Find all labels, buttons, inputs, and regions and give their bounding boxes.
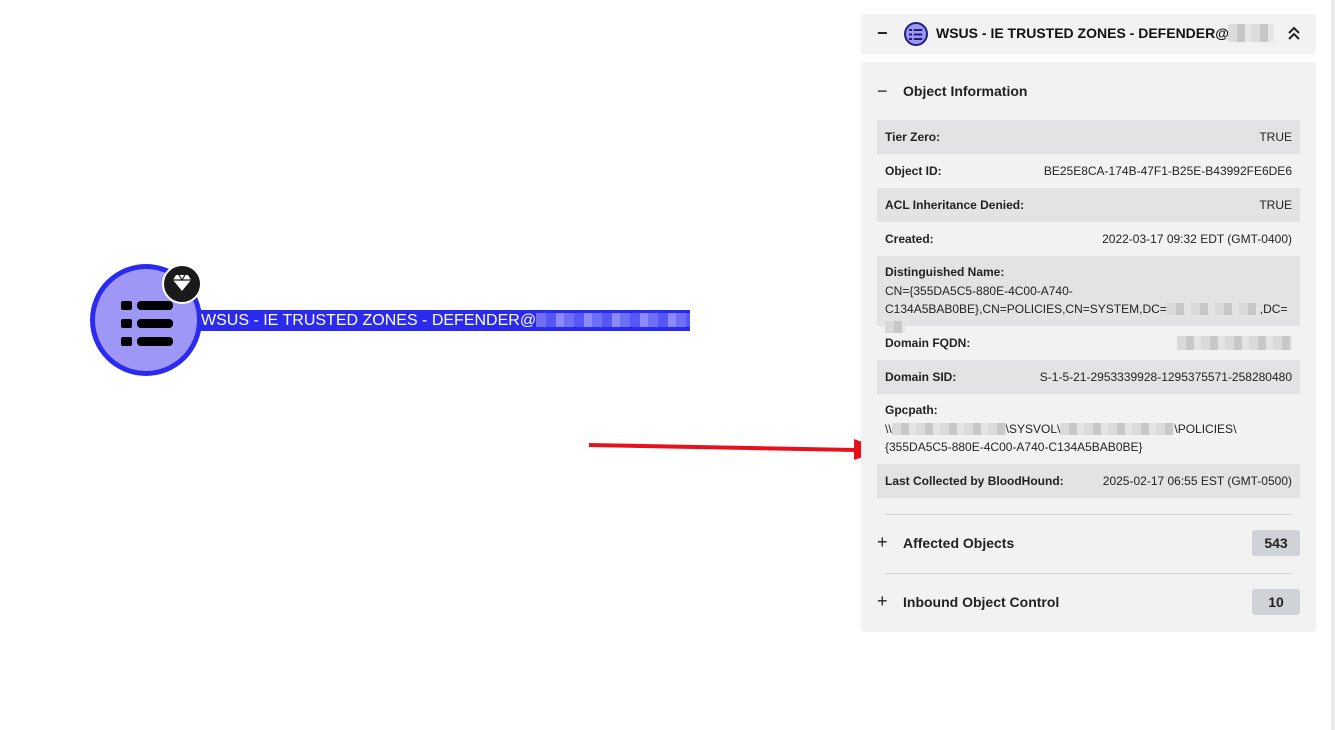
property-key: ACL Inheritance Denied: — [885, 198, 1025, 212]
property-key: Gpcpath: — [885, 403, 938, 417]
section-title: Affected Objects — [903, 535, 1015, 551]
property-row-gpcpath: Gpcpath: \\ \SYSVOL\ \POLICIES\ {355DA5C5-… — [877, 394, 1300, 464]
redacted-domain — [1228, 24, 1274, 42]
graph-canvas[interactable]: WSUS - IE TRUSTED ZONES - DEFENDER@ − WS… — [0, 0, 1335, 730]
object-information-table: Tier Zero: TRUE Object ID: BE25E8CA-174B… — [877, 120, 1300, 498]
property-row-domain-sid: Domain SID: S-1-5-21-2953339928-12953755… — [877, 360, 1300, 394]
redacted-domain — [536, 313, 690, 327]
expand-toggle[interactable]: + — [877, 532, 888, 553]
property-value: \\ \SYSVOL\ \POLICIES\ {355DA5C5-880E-4C00… — [885, 420, 1292, 456]
property-value: 2022-03-17 09:32 EDT (GMT-0400) — [1102, 232, 1292, 246]
property-key: Tier Zero: — [885, 130, 941, 144]
section-title: Object Information — [903, 83, 1028, 99]
redacted-domain — [1060, 423, 1175, 435]
gpcpath-policies: \POLICIES\ — [1174, 422, 1237, 436]
redacted-host — [891, 423, 1006, 435]
count-badge: 10 — [1252, 589, 1300, 615]
redacted-dc — [1166, 303, 1260, 315]
property-row-created: Created: 2022-03-17 09:32 EDT (GMT-0400) — [877, 222, 1300, 256]
section-title: Inbound Object Control — [903, 594, 1060, 610]
affected-objects-section[interactable]: + Affected Objects 543 — [861, 514, 1316, 572]
property-value: TRUE — [1259, 198, 1292, 212]
dn-line-2-suffix: ,DC= — [1259, 302, 1288, 316]
list-icon — [121, 301, 173, 346]
gpcpath-guid: {355DA5C5-880E-4C00-A740-C134A5BAB0BE} — [885, 440, 1143, 454]
property-value: TRUE — [1259, 130, 1292, 144]
property-value: 2025-02-17 06:55 EST (GMT-0500) — [1102, 474, 1292, 488]
property-key: Distinguished Name: — [885, 265, 1005, 279]
property-key: Last Collected by BloodHound: — [885, 474, 1064, 488]
property-row-tier-zero: Tier Zero: TRUE — [877, 120, 1300, 154]
property-value: S-1-5-21-2953339928-1295375571-258280480 — [1039, 370, 1292, 384]
entity-details-panel: − Object Information Tier Zero: TRUE Obj… — [861, 62, 1316, 632]
annotation-arrow — [588, 439, 884, 460]
dn-line-2: C134A5BAB0BE},CN=POLICIES,CN=SYSTEM,DC= — [885, 302, 1167, 316]
expand-toggle[interactable]: + — [877, 591, 888, 612]
entity-panel-header: − WSUS - IE TRUSTED ZONES - DEFENDER@ — [861, 14, 1316, 54]
list-icon — [909, 29, 923, 40]
collapse-toggle[interactable]: − — [877, 81, 888, 102]
inbound-object-control-section[interactable]: + Inbound Object Control 10 — [861, 573, 1316, 631]
property-row-acl-inheritance: ACL Inheritance Denied: TRUE — [877, 188, 1300, 222]
dn-line-1: CN={355DA5C5-880E-4C00-A740- — [885, 284, 1073, 298]
property-key: Domain FQDN: — [885, 336, 971, 350]
gpo-node-label-text: WSUS - IE TRUSTED ZONES - DEFENDER@ — [201, 312, 537, 329]
gpcpath-sysvol: \SYSVOL\ — [1005, 422, 1061, 436]
property-key: Domain SID: — [885, 370, 957, 384]
object-information-header[interactable]: − Object Information — [861, 62, 1316, 120]
property-row-distinguished-name: Distinguished Name: CN={355DA5C5-880E-4C… — [877, 256, 1300, 333]
redacted-fqdn — [1177, 336, 1292, 350]
gem-icon — [173, 274, 191, 291]
property-row-last-collected: Last Collected by BloodHound: 2025-02-17… — [877, 464, 1300, 498]
minimize-panel-button[interactable]: − — [877, 23, 888, 44]
gpo-node-label[interactable]: WSUS - IE TRUSTED ZONES - DEFENDER@ — [198, 310, 690, 331]
gpo-type-icon — [904, 22, 928, 46]
panel-title: WSUS - IE TRUSTED ZONES - DEFENDER@ — [936, 25, 1229, 41]
gpcpath-prefix: \\ — [885, 422, 892, 436]
count-badge: 543 — [1252, 530, 1300, 556]
property-key: Created: — [885, 232, 934, 246]
property-row-domain-fqdn: Domain FQDN: — [877, 326, 1300, 360]
page-scrollbar[interactable] — [1331, 0, 1335, 730]
property-value: BE25E8CA-174B-47F1-B25E-B43992FE6DE6 — [1043, 164, 1292, 178]
property-key: Object ID: — [885, 164, 942, 178]
property-row-object-id: Object ID: BE25E8CA-174B-47F1-B25E-B4399… — [877, 154, 1300, 188]
tier-zero-badge — [162, 264, 202, 304]
double-chevron-up-icon[interactable] — [1286, 23, 1302, 43]
